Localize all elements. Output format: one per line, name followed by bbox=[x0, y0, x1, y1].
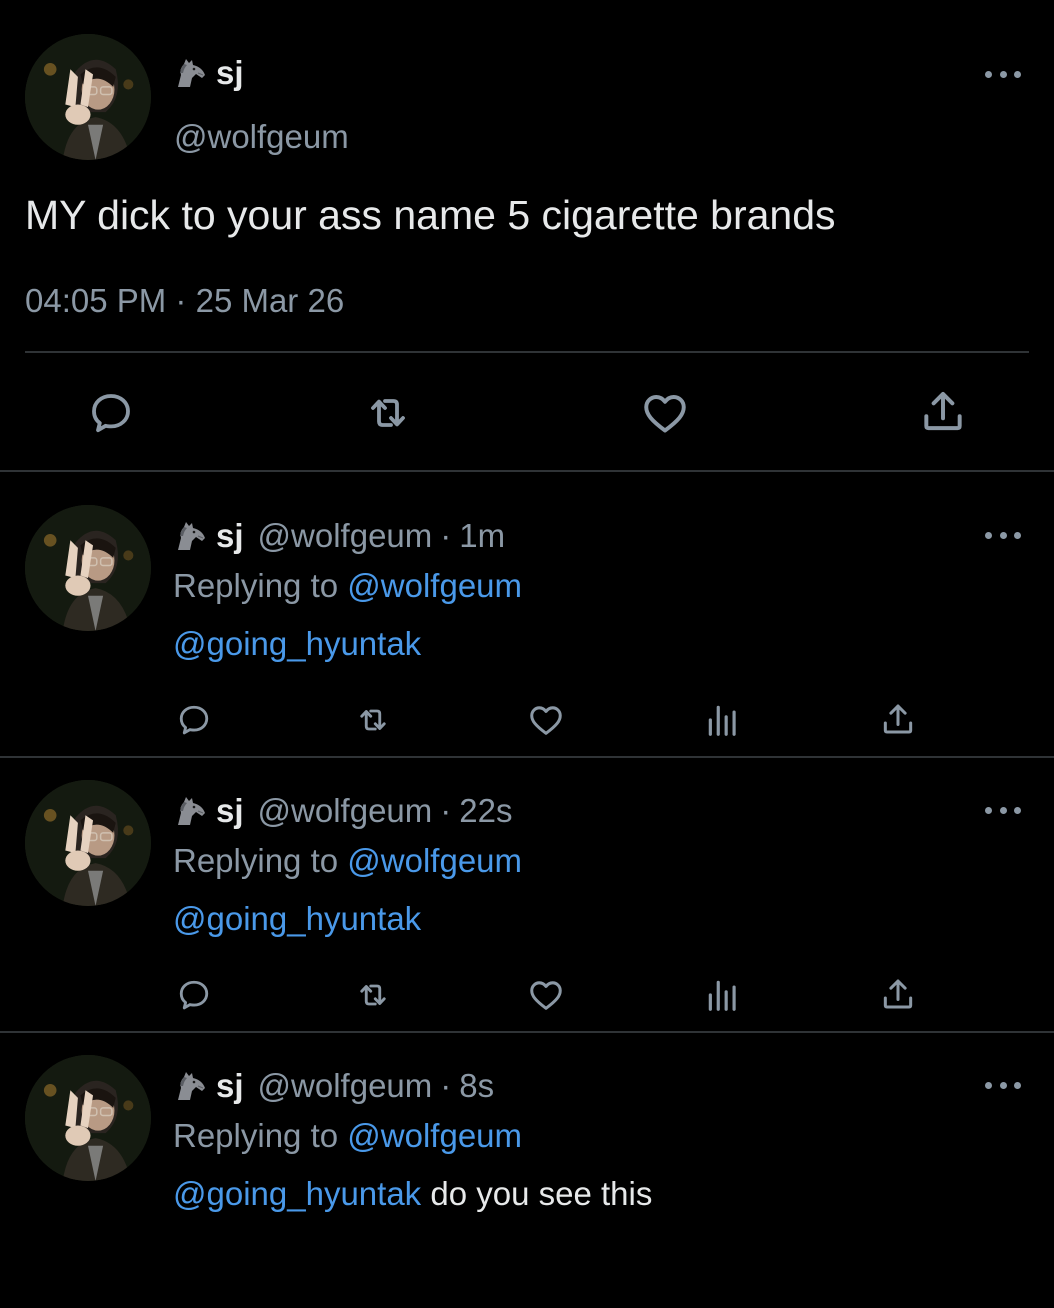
mention-link[interactable]: @going_hyuntak bbox=[173, 900, 421, 937]
more-options-icon[interactable] bbox=[985, 800, 1021, 820]
horse-emoji-icon bbox=[172, 795, 208, 827]
replying-to-link[interactable]: @wolfgeum bbox=[347, 567, 522, 604]
heart-icon[interactable] bbox=[640, 388, 690, 438]
horse-emoji-icon bbox=[172, 1070, 208, 1102]
separator-dot: · bbox=[440, 792, 452, 829]
reply-text: @going_hyuntak do you see this bbox=[173, 1175, 652, 1213]
author-handle[interactable]: @wolfgeum bbox=[258, 517, 433, 555]
retweet-icon[interactable] bbox=[353, 977, 393, 1013]
separator-dot: · bbox=[440, 1067, 452, 1104]
mention-link[interactable]: @going_hyuntak bbox=[173, 625, 421, 662]
horse-emoji-icon bbox=[172, 57, 208, 89]
avatar[interactable] bbox=[25, 505, 151, 631]
author-handle[interactable]: @wolfgeum bbox=[258, 792, 433, 830]
share-icon[interactable] bbox=[918, 386, 968, 436]
tweet-text: MY dick to your ass name 5 cigarette bra… bbox=[25, 192, 836, 238]
replying-prefix: Replying to bbox=[173, 1117, 339, 1154]
profile-photo bbox=[25, 34, 151, 160]
reply-text: @going_hyuntak bbox=[173, 900, 421, 938]
reply-body-text: do you see this bbox=[421, 1175, 653, 1212]
tweet-time: 04:05 PM bbox=[25, 282, 167, 319]
reply-tweet[interactable]: sj @wolfgeum · 8s Replying to @wolfgeum … bbox=[0, 1033, 1054, 1308]
author-name-row[interactable]: sj @wolfgeum · 22s bbox=[172, 792, 512, 830]
time-ago[interactable]: 22s bbox=[459, 792, 512, 830]
time-ago[interactable]: 8s bbox=[459, 1067, 494, 1105]
retweet-icon[interactable] bbox=[362, 389, 414, 437]
tweet-timestamp[interactable]: 04:05 PM · 25 Mar 26 bbox=[25, 282, 344, 320]
display-name[interactable]: sj bbox=[216, 1067, 244, 1105]
share-icon[interactable] bbox=[879, 975, 917, 1013]
display-name[interactable]: sj bbox=[216, 54, 244, 92]
avatar[interactable] bbox=[25, 780, 151, 906]
author-handle[interactable]: @wolfgeum bbox=[258, 1067, 433, 1105]
reply-tweet[interactable]: sj @wolfgeum · 1m Replying to @wolfgeum … bbox=[0, 483, 1054, 758]
share-icon[interactable] bbox=[879, 700, 917, 738]
more-options-icon[interactable] bbox=[985, 525, 1021, 545]
author-handle[interactable]: @wolfgeum bbox=[174, 118, 349, 156]
horse-emoji-icon bbox=[172, 520, 208, 552]
replying-prefix: Replying to bbox=[173, 842, 339, 879]
analytics-icon[interactable] bbox=[704, 701, 742, 739]
main-tweet: sj @wolfgeum MY dick to your ass name 5 … bbox=[0, 0, 1054, 472]
reply-tweet[interactable]: sj @wolfgeum · 22s Replying to @wolfgeum… bbox=[0, 758, 1054, 1033]
reply-icon[interactable] bbox=[176, 702, 212, 738]
divider bbox=[25, 351, 1029, 353]
mention-link[interactable]: @going_hyuntak bbox=[173, 1175, 421, 1212]
profile-photo bbox=[25, 1055, 151, 1181]
author-name-row[interactable]: sj bbox=[172, 54, 244, 92]
display-name[interactable]: sj bbox=[216, 792, 244, 830]
author-name-row[interactable]: sj @wolfgeum · 8s bbox=[172, 1067, 494, 1105]
heart-icon[interactable] bbox=[527, 976, 565, 1014]
reply-icon[interactable] bbox=[176, 977, 212, 1013]
avatar[interactable] bbox=[25, 34, 151, 160]
display-name[interactable]: sj bbox=[216, 517, 244, 555]
separator-dot: · bbox=[440, 517, 452, 554]
more-options-icon[interactable] bbox=[985, 1075, 1021, 1095]
replying-to: Replying to @wolfgeum bbox=[173, 842, 522, 880]
author-name-row[interactable]: sj @wolfgeum · 1m bbox=[172, 517, 505, 555]
replying-to-link[interactable]: @wolfgeum bbox=[347, 842, 522, 879]
profile-photo bbox=[25, 505, 151, 631]
time-ago[interactable]: 1m bbox=[459, 517, 505, 555]
heart-icon[interactable] bbox=[527, 701, 565, 739]
profile-photo bbox=[25, 780, 151, 906]
replying-prefix: Replying to bbox=[173, 567, 339, 604]
tweet-date: 25 Mar 26 bbox=[195, 282, 345, 319]
replying-to-link[interactable]: @wolfgeum bbox=[347, 1117, 522, 1154]
analytics-icon[interactable] bbox=[704, 976, 742, 1014]
more-options-icon[interactable] bbox=[985, 64, 1021, 84]
retweet-icon[interactable] bbox=[353, 702, 393, 738]
replying-to: Replying to @wolfgeum bbox=[173, 1117, 522, 1155]
reply-text: @going_hyuntak bbox=[173, 625, 421, 663]
separator-dot: · bbox=[175, 282, 187, 319]
reply-icon[interactable] bbox=[87, 389, 135, 437]
replying-to: Replying to @wolfgeum bbox=[173, 567, 522, 605]
avatar[interactable] bbox=[25, 1055, 151, 1181]
